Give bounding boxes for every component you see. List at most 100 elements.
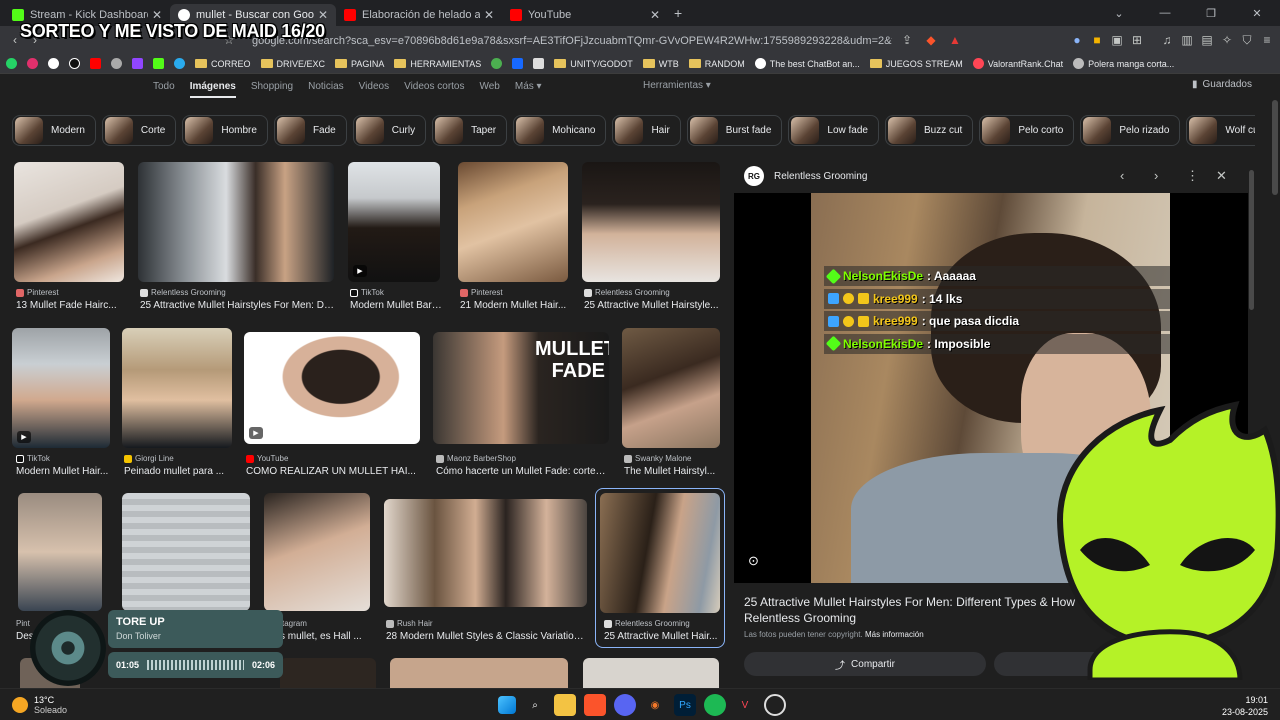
extension-icon[interactable]: ⊞: [1126, 29, 1148, 51]
photoshop-icon[interactable]: Ps: [674, 694, 696, 716]
tab-noticias[interactable]: Noticias: [308, 81, 344, 92]
close-window-icon[interactable]: ✕: [1234, 0, 1280, 26]
tab-web[interactable]: Web: [479, 81, 499, 92]
media-icon[interactable]: ♫: [1156, 29, 1178, 51]
windows-start-icon[interactable]: [498, 696, 516, 714]
site-bookmark[interactable]: [512, 58, 523, 69]
result-image[interactable]: MULLET FADE: [433, 332, 609, 444]
result-image[interactable]: [390, 658, 568, 688]
result-image[interactable]: [122, 328, 232, 448]
new-tab-icon[interactable]: +: [674, 5, 682, 21]
more-options-icon[interactable]: ⋮: [1186, 168, 1199, 184]
twitch-bookmark[interactable]: [132, 58, 143, 69]
web-bookmark[interactable]: [111, 58, 122, 69]
result-title[interactable]: Peinado mullet para ...: [124, 466, 230, 477]
prev-icon[interactable]: ‹: [1120, 168, 1124, 183]
chip[interactable]: Corte: [102, 115, 176, 146]
close-tab-icon[interactable]: ✕: [484, 8, 494, 22]
chip[interactable]: Low fade: [788, 115, 879, 146]
result-title[interactable]: 25 Attractive Mullet Hairstyle...: [584, 300, 720, 311]
tab-mas[interactable]: Más ▾: [515, 81, 542, 92]
brave-shield-icon[interactable]: ◆: [920, 29, 942, 51]
close-tab-icon[interactable]: ✕: [318, 8, 328, 22]
result-image[interactable]: [458, 162, 568, 282]
result-title[interactable]: 25 Attractive Mullet Hairstyles For Men:…: [140, 300, 334, 311]
chip[interactable]: Curly: [353, 115, 426, 146]
menu-icon[interactable]: ≡: [1256, 29, 1278, 51]
more-info-link[interactable]: Más información: [865, 630, 924, 639]
obs-icon[interactable]: [764, 694, 786, 716]
valorant-bookmark[interactable]: ValorantRank.Chat: [973, 58, 1063, 69]
result-image[interactable]: [582, 162, 720, 282]
bookmark-folder[interactable]: PAGINA: [335, 59, 384, 69]
site-bookmark[interactable]: [533, 58, 544, 69]
bookmark-folder[interactable]: UNITY/GODOT: [554, 59, 633, 69]
google-lens-icon[interactable]: ⊙: [748, 553, 759, 569]
close-tab-icon[interactable]: ✕: [152, 8, 162, 22]
chip[interactable]: Wolf cut: [1186, 115, 1255, 146]
result-title[interactable]: COMO REALIZAR UN MULLET HAI...: [246, 466, 418, 477]
chip[interactable]: Hombre: [182, 115, 268, 146]
brave-rewards-icon[interactable]: ▲: [944, 29, 966, 51]
site-bookmark[interactable]: [491, 58, 502, 69]
bookmark-folder[interactable]: DRIVE/EXC: [261, 59, 326, 69]
instagram-bookmark[interactable]: [27, 58, 38, 69]
result-image[interactable]: [622, 328, 720, 448]
brave-icon[interactable]: [584, 694, 606, 716]
bookmark-folder[interactable]: RANDOM: [689, 59, 745, 69]
file-explorer-icon[interactable]: [554, 694, 576, 716]
wallet-icon[interactable]: ▤: [1196, 29, 1218, 51]
valorant-icon[interactable]: V: [734, 694, 756, 716]
search-icon[interactable]: ⌕: [524, 694, 546, 716]
shop-bookmark[interactable]: Polera manga corta...: [1073, 58, 1174, 69]
bookmark-folder[interactable]: HERRAMIENTAS: [394, 59, 481, 69]
result-image[interactable]: [280, 658, 376, 688]
share-button[interactable]: ⤴ Compartir: [744, 652, 986, 676]
result-title[interactable]: 25 Attractive Mullet Hair...: [604, 631, 718, 642]
tiktok-bookmark[interactable]: [69, 58, 80, 69]
chip[interactable]: Burst fade: [687, 115, 783, 146]
result-image[interactable]: ▶: [348, 162, 440, 282]
result-image[interactable]: [18, 493, 102, 611]
result-title[interactable]: Modern Mullet Hair...: [16, 466, 112, 477]
share-page-icon[interactable]: ⇪: [896, 29, 918, 51]
x-bookmark[interactable]: [48, 58, 59, 69]
tab-imagenes[interactable]: Imágenes: [190, 81, 236, 92]
result-title[interactable]: The Mullet Hairstyl...: [624, 466, 720, 477]
chip[interactable]: Hair: [612, 115, 680, 146]
tab-videos-cortos[interactable]: Videos cortos: [404, 81, 464, 92]
result-image[interactable]: [122, 493, 250, 611]
chip[interactable]: Modern: [12, 115, 96, 146]
result-title[interactable]: 28 Modern Mullet Styles & Classic Variat…: [386, 631, 586, 642]
extension-icon[interactable]: ●: [1066, 29, 1088, 51]
spotify-icon[interactable]: [704, 694, 726, 716]
close-tab-icon[interactable]: ✕: [650, 8, 660, 22]
panel-source[interactable]: Relentless Grooming: [774, 171, 867, 182]
kick-bookmark[interactable]: [153, 58, 164, 69]
result-image[interactable]: [14, 162, 124, 282]
tab-helado[interactable]: Elaboración de helado al estilo italiano…: [336, 4, 502, 26]
panel-scrollbar[interactable]: [1249, 170, 1254, 310]
saved-button[interactable]: ▮ Guardados: [1192, 79, 1252, 90]
extensions-puzzle-icon[interactable]: ✧: [1216, 29, 1238, 51]
result-image[interactable]: [583, 658, 719, 688]
result-title[interactable]: Cómo hacerte un Mullet Fade: corte y...: [436, 466, 608, 477]
url-field[interactable]: google.com/search?sca_esv=e70896b8d61e9a…: [252, 31, 892, 51]
page-scrollbar[interactable]: [1272, 100, 1278, 195]
tab-videos[interactable]: Videos: [359, 81, 389, 92]
result-title[interactable]: s mullet, es Hall ...: [280, 631, 370, 642]
result-title[interactable]: 13 Mullet Fade Hairc...: [16, 300, 126, 311]
result-image[interactable]: [264, 493, 370, 611]
result-title[interactable]: Modern Mullet Barb...: [350, 300, 442, 311]
maximize-icon[interactable]: ❐: [1188, 0, 1234, 26]
chip[interactable]: Taper: [432, 115, 507, 146]
next-icon[interactable]: ›: [1154, 168, 1158, 183]
discord-icon[interactable]: [614, 694, 636, 716]
tab-shopping[interactable]: Shopping: [251, 81, 293, 92]
chip[interactable]: Buzz cut: [885, 115, 973, 146]
chatbot-bookmark[interactable]: The best ChatBot an...: [755, 58, 860, 69]
result-image[interactable]: [384, 499, 587, 607]
tab-search-icon[interactable]: ⌄: [1096, 0, 1142, 26]
bookmark-folder[interactable]: JUEGOS STREAM: [870, 59, 963, 69]
bookmark-folder[interactable]: WTB: [643, 59, 679, 69]
